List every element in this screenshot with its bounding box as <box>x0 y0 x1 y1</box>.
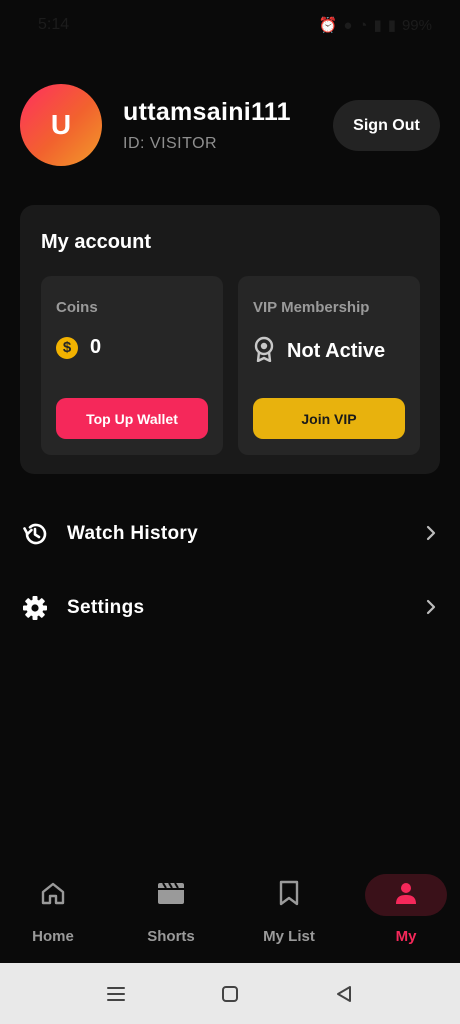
nav-item-my-list[interactable]: My List <box>249 874 329 954</box>
avatar-letter: U <box>50 109 72 140</box>
nav-label-my: My <box>395 928 417 945</box>
nav-icon-wrap <box>12 874 94 916</box>
battery-percent: 99% <box>401 16 432 34</box>
avatar: U <box>20 84 102 166</box>
sign-out-button[interactable]: Sign Out <box>333 100 440 151</box>
nav-icon-wrap-active <box>365 874 447 916</box>
vip-value-row: Not Active <box>253 336 385 367</box>
account-title: My account <box>41 231 152 253</box>
bottom-nav: Home Shorts My List My <box>0 864 460 964</box>
coins-value: 0 <box>90 336 102 358</box>
vip-status: Not Active <box>287 340 386 362</box>
nav-label-shorts: Shorts <box>147 928 195 945</box>
alarm-icon: ⏰ <box>318 17 338 34</box>
wifi-icon: ◔ <box>358 16 368 34</box>
menu-item-watch-history[interactable]: Watch History <box>22 514 436 554</box>
account-card: My account Coins $ 0 Top Up Wallet VIP M… <box>20 205 440 474</box>
vip-label: VIP Membership <box>253 299 370 316</box>
battery-icon: ▮ <box>387 17 396 34</box>
nav-label-home: Home <box>32 928 74 945</box>
username: uttamsaini111 <box>123 97 291 126</box>
nav-item-home[interactable]: Home <box>13 874 93 954</box>
nav-item-shorts[interactable]: Shorts <box>131 874 211 954</box>
chevron-right-icon <box>426 525 436 546</box>
chevron-right-icon <box>426 599 436 620</box>
coins-label: Coins <box>56 299 98 316</box>
home-square-icon[interactable] <box>219 983 241 1005</box>
vip-tile: VIP Membership Not Active Join VIP <box>238 276 420 455</box>
profile-text: uttamsaini111 ID: VISITOR <box>123 98 291 153</box>
user-id: ID: VISITOR <box>123 134 218 152</box>
nav-item-my[interactable]: My <box>365 874 447 954</box>
top-up-wallet-button[interactable]: Top Up Wallet <box>56 398 208 439</box>
menu-label-settings: Settings <box>67 597 145 618</box>
nav-label-my-list: My List <box>263 928 315 945</box>
back-triangle-icon[interactable] <box>333 983 355 1005</box>
nav-icon-wrap <box>130 874 212 916</box>
coins-tile: Coins $ 0 Top Up Wallet <box>41 276 223 455</box>
dollar-coin-icon: $ <box>56 336 78 359</box>
nav-icon-wrap <box>248 874 330 916</box>
android-icon: ● <box>343 16 353 34</box>
menu-label-watch-history: Watch History <box>67 523 198 544</box>
coins-value-row: $ 0 <box>56 336 101 359</box>
clapperboard-icon <box>157 881 185 910</box>
signal-icon: ▮ <box>373 17 382 34</box>
home-icon <box>40 881 66 910</box>
menu-item-settings[interactable]: Settings <box>22 588 436 628</box>
status-icons: ⏰ ● ◔ ▮ ▮ 99% <box>318 16 432 35</box>
profile-header: U uttamsaini111 ID: VISITOR Sign Out <box>20 84 440 166</box>
bookmark-icon <box>279 880 299 911</box>
person-icon <box>394 881 418 910</box>
menu-lines-icon[interactable] <box>105 983 127 1005</box>
system-nav-bar <box>0 963 460 1024</box>
gear-icon <box>22 595 48 621</box>
status-time: 5:14 <box>38 16 70 33</box>
award-badge-icon <box>253 336 275 367</box>
status-bar: 5:14 ⏰ ● ◔ ▮ ▮ 99% <box>0 0 460 50</box>
join-vip-button[interactable]: Join VIP <box>253 398 405 439</box>
history-icon <box>22 521 48 547</box>
